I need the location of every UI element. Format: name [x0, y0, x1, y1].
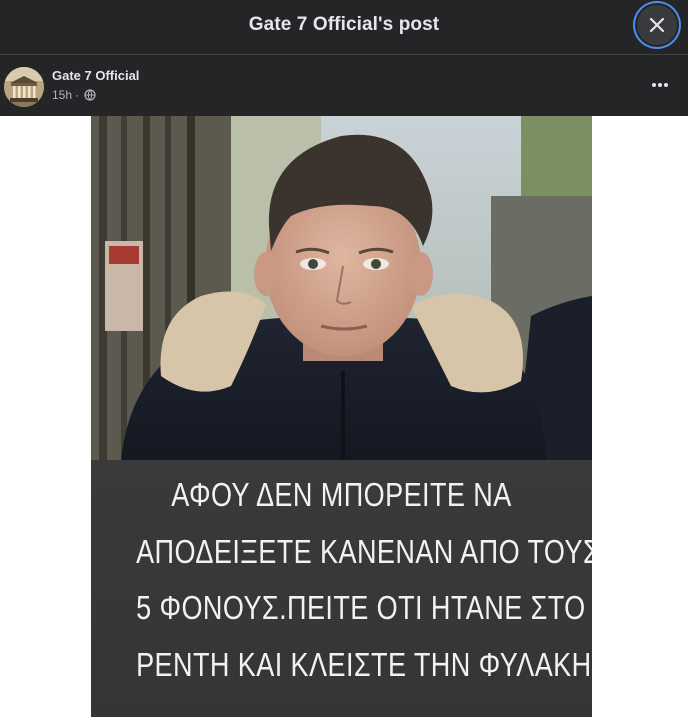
photo	[91, 116, 592, 460]
caption-line: 5 ΦΟΝΟΥΣ.ΠΕΙΤΕ ΟΤΙ ΗΤΑΝΕ ΣΤΟ	[136, 589, 586, 626]
author-name[interactable]: Gate 7 Official	[52, 68, 139, 83]
meta-separator: ·	[75, 88, 80, 102]
avatar[interactable]	[4, 67, 44, 107]
close-button[interactable]	[637, 5, 677, 45]
close-icon	[649, 17, 665, 33]
globe-icon[interactable]	[84, 89, 96, 101]
avatar-image	[4, 67, 44, 107]
caption-line: ΑΠΟΔΕΙΞΕΤΕ ΚΑΝΕΝΑΝ ΑΠΟ ΤΟΥΣ	[136, 533, 592, 570]
post-modal: Gate 7 Official's post Gate 7 Official 1…	[0, 0, 688, 717]
more-horizontal-icon	[652, 83, 668, 87]
more-options-button[interactable]	[645, 75, 675, 95]
modal-header: Gate 7 Official's post	[0, 0, 688, 55]
image-caption-panel: ΑΦΟΥ ΔΕΝ ΜΠΟΡΕΙΤΕ ΝΑ ΑΠΟΔΕΙΞΕΤΕ ΚΑΝΕΝΑΝ …	[91, 460, 592, 717]
post-header: Gate 7 Official 15h ·	[0, 55, 688, 116]
post-image[interactable]: ΑΦΟΥ ΔΕΝ ΜΠΟΡΕΙΤΕ ΝΑ ΑΠΟΔΕΙΞΕΤΕ ΚΑΝΕΝΑΝ …	[91, 116, 592, 717]
caption-line: ΑΦΟΥ ΔΕΝ ΜΠΟΡΕΙΤΕ ΝΑ	[171, 476, 512, 513]
caption-line: ΡΕΝΤΗ ΚΑΙ ΚΛΕΙΣΤΕ ΤΗΝ ΦΥΛΑΚΗ	[136, 646, 592, 683]
post-time[interactable]: 15h	[52, 88, 72, 102]
modal-title: Gate 7 Official's post	[248, 14, 440, 35]
post-meta: 15h ·	[52, 88, 96, 102]
